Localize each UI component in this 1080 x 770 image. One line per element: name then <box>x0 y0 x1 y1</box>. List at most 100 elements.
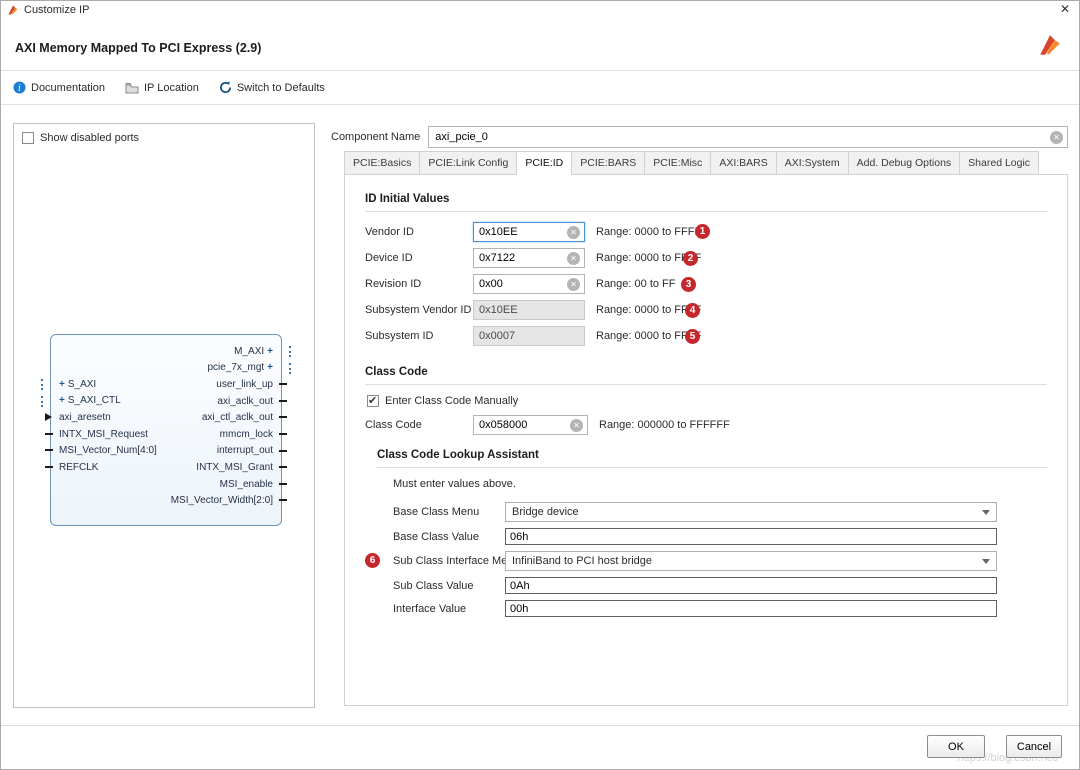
toolbar: i Documentation IP Location Switch to De… <box>1 71 1079 105</box>
show-disabled-ports-label: Show disabled ports <box>40 132 139 144</box>
customize-ip-dialog: Customize IP ✕ AXI Memory Mapped To PCI … <box>0 0 1080 770</box>
switch-to-defaults-button[interactable]: Switch to Defaults <box>219 81 325 94</box>
sub-class-interface-menu-select[interactable]: InfiniBand to PCI host bridge <box>505 551 997 571</box>
annotation-badge-5: 5 <box>685 329 700 344</box>
component-name-row: Component Name <box>331 125 1068 149</box>
port-pin-icon <box>279 383 287 385</box>
subsystem-vendor-id-label: Subsystem Vendor ID <box>365 304 473 316</box>
subsystem-vendor-id-row: Subsystem Vendor ID Range: 0000 to FFFF <box>365 300 1047 320</box>
vendor-id-range: Range: 0000 to FFFF <box>596 226 701 238</box>
info-icon: i <box>13 81 26 94</box>
sub-class-value-label: Sub Class Value <box>393 580 505 592</box>
port-mmcm-lock[interactable]: mmcm_lock <box>59 426 273 443</box>
divider <box>365 384 1047 385</box>
tab-axi-bars[interactable]: AXI:BARS <box>711 151 776 175</box>
ok-button[interactable]: OK <box>927 735 985 758</box>
folder-icon <box>125 82 139 94</box>
sub-class-interface-menu-label: Sub Class Interface Menu <box>393 555 505 567</box>
show-disabled-ports-row[interactable]: Show disabled ports <box>22 132 314 144</box>
base-class-menu-select[interactable]: Bridge device <box>505 502 997 522</box>
interface-value-input[interactable] <box>505 600 997 617</box>
tab-pcie-bars[interactable]: PCIE:BARS <box>572 151 645 175</box>
port-label: user_link_up <box>216 379 273 390</box>
port-interrupt-out[interactable]: interrupt_out <box>59 443 273 460</box>
class-code-label: Class Code <box>365 419 473 431</box>
interface-value-row: Interface Value <box>393 600 1047 617</box>
cancel-button[interactable]: Cancel <box>1006 735 1062 758</box>
component-name-label: Component Name <box>331 131 420 143</box>
base-class-menu-row: Base Class Menu Bridge device <box>393 502 1047 522</box>
class-code-lookup-assistant: Class Code Lookup Assistant Must enter v… <box>377 449 1047 617</box>
id-initial-values-title: ID Initial Values <box>365 193 1047 205</box>
tab-pcie-basics[interactable]: PCIE:Basics <box>344 151 420 175</box>
tab-shared-logic[interactable]: Shared Logic <box>960 151 1039 175</box>
base-class-value-label: Base Class Value <box>393 531 505 543</box>
enter-class-code-checkbox[interactable] <box>367 395 379 407</box>
interface-connector-icon <box>41 379 43 390</box>
xilinx-icon <box>7 4 19 16</box>
switch-to-defaults-label: Switch to Defaults <box>237 82 325 94</box>
ip-header: AXI Memory Mapped To PCI Express (2.9) <box>1 19 1079 71</box>
subsystem-id-label: Subsystem ID <box>365 330 473 342</box>
port-label: interrupt_out <box>217 445 273 456</box>
divider <box>365 211 1047 212</box>
divider <box>377 467 1047 468</box>
ip-location-button[interactable]: IP Location <box>125 82 199 94</box>
revision-id-row: Revision ID Range: 00 to FF <box>365 274 1047 294</box>
clear-icon[interactable] <box>567 278 580 291</box>
tab-pcie-link-config[interactable]: PCIE:Link Config <box>420 151 517 175</box>
clear-icon[interactable] <box>570 419 583 432</box>
expand-plus-icon[interactable]: + <box>267 346 273 357</box>
annotation-badge-3: 3 <box>681 277 696 292</box>
port-axi-ctl-aclk-out[interactable]: axi_ctl_aclk_out <box>59 409 273 426</box>
port-pcie-7x-mgt[interactable]: pcie_7x_mgt+ <box>59 360 273 377</box>
clear-icon[interactable] <box>1050 131 1063 144</box>
ip-block-diagram: +S_AXI +S_AXI_CTL axi_aresetn INTX_MSI_R… <box>50 334 282 526</box>
annotation-badge-6: 6 <box>365 553 380 568</box>
port-arrow-icon <box>45 413 52 421</box>
base-class-menu-label: Base Class Menu <box>393 506 505 518</box>
refresh-icon <box>219 81 232 94</box>
documentation-button[interactable]: i Documentation <box>13 81 105 94</box>
port-pin-icon <box>279 400 287 402</box>
port-label: M_AXI <box>234 346 264 357</box>
tab-pcie-misc[interactable]: PCIE:Misc <box>645 151 711 175</box>
expand-plus-icon[interactable]: + <box>267 362 273 373</box>
sub-class-value-row: Sub Class Value <box>393 577 1047 594</box>
svg-text:i: i <box>18 84 21 94</box>
class-code-row: Class Code Range: 000000 to FFFFFF <box>365 415 1047 435</box>
enter-class-code-row[interactable]: Enter Class Code Manually <box>367 395 1047 407</box>
sub-class-value-input[interactable] <box>505 577 997 594</box>
base-class-value-input[interactable] <box>505 528 997 545</box>
port-label: INTX_MSI_Grant <box>196 462 273 473</box>
component-name-input[interactable] <box>428 126 1068 148</box>
tab-add-debug-options[interactable]: Add. Debug Options <box>849 151 961 175</box>
tab-pcie-id[interactable]: PCIE:ID <box>517 151 572 175</box>
port-msi-vector-width[interactable]: MSI_Vector_Width[2:0] <box>59 492 273 509</box>
port-msi-enable[interactable]: MSI_enable <box>59 476 273 493</box>
port-pin-icon <box>45 449 53 451</box>
port-label: MSI_enable <box>220 479 273 490</box>
block-diagram-panel: Show disabled ports +S_AXI +S_AXI_CTL ax… <box>13 123 315 708</box>
lookup-rows: Base Class Menu Bridge device Base Class… <box>393 502 1047 617</box>
subsystem-id-input <box>473 326 585 346</box>
clear-icon[interactable] <box>567 252 580 265</box>
port-m-axi[interactable]: M_AXI+ <box>59 343 273 360</box>
port-label: axi_aclk_out <box>217 396 273 407</box>
ip-location-label: IP Location <box>144 82 199 94</box>
port-intx-msi-grant[interactable]: INTX_MSI_Grant <box>59 459 273 476</box>
port-axi-aclk-out[interactable]: axi_aclk_out <box>59 393 273 410</box>
interface-connector-icon <box>289 346 291 357</box>
show-disabled-ports-checkbox[interactable] <box>22 132 34 144</box>
port-label: MSI_Vector_Width[2:0] <box>171 495 273 506</box>
port-user-link-up[interactable]: user_link_up <box>59 376 273 393</box>
tab-bar: PCIE:Basics PCIE:Link Config PCIE:ID PCI… <box>344 151 1068 175</box>
port-label: axi_ctl_aclk_out <box>202 412 273 423</box>
right-ports-column: M_AXI+ pcie_7x_mgt+ user_link_up axi_acl… <box>59 343 273 509</box>
dialog-footer: https://blog.csdn.net/ OK Cancel <box>1 725 1079 769</box>
class-code-title: Class Code <box>365 366 1047 378</box>
tab-axi-system[interactable]: AXI:System <box>777 151 849 175</box>
port-pin-icon <box>279 433 287 435</box>
clear-icon[interactable] <box>567 226 580 239</box>
close-icon[interactable]: ✕ <box>1060 2 1070 16</box>
